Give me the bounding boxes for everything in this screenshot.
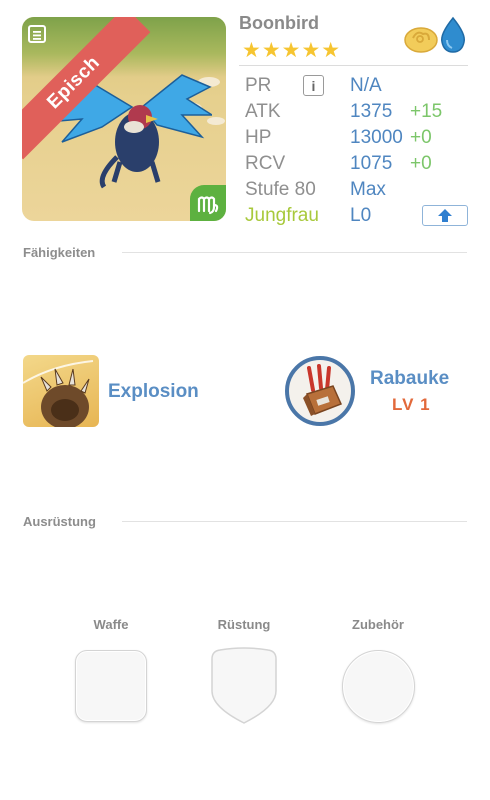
weapon-slot[interactable]: [75, 650, 147, 722]
stat-bonus-rcv: +0: [410, 153, 432, 174]
info-button[interactable]: i: [303, 75, 324, 96]
stat-bonus-atk: +15: [410, 101, 443, 122]
stat-value-level: Max: [350, 179, 386, 200]
stat-value-pr: N/A: [350, 75, 382, 96]
monster-portrait[interactable]: Episch: [22, 17, 226, 221]
zodiac-upgrade-button[interactable]: [422, 205, 468, 226]
zodiac-level: L0: [350, 205, 372, 226]
section-title-skills: Fähigkeiten: [23, 245, 96, 260]
stat-label-pr: PR: [245, 75, 272, 96]
zodiac-badge: [190, 185, 226, 221]
crate-claw-icon: [303, 364, 343, 416]
armor-slot[interactable]: [208, 647, 280, 725]
claw-icon: [23, 360, 94, 427]
accessory-slot[interactable]: [342, 650, 415, 723]
stat-label-level: Stufe 80: [245, 179, 316, 200]
section-divider: [122, 521, 467, 522]
ability-name[interactable]: Rabauke: [370, 368, 449, 390]
skill-icon[interactable]: [23, 355, 99, 427]
section-title-equipment: Ausrüstung: [23, 514, 96, 529]
stat-label-atk: ATK: [245, 101, 281, 122]
stat-bonus-hp: +0: [410, 127, 432, 148]
section-divider: [122, 252, 467, 253]
stat-label-hp: HP: [245, 127, 272, 148]
zodiac-label: Jungfrau: [245, 205, 319, 226]
notepad-icon: [28, 25, 46, 43]
header-divider: [239, 65, 468, 66]
stat-value-hp: 13000: [350, 127, 403, 148]
virgo-icon: [197, 196, 219, 215]
monster-name: Boonbird: [239, 13, 319, 33]
slot-label-armor: Rüstung: [217, 617, 271, 632]
slot-label-weapon: Waffe: [93, 617, 129, 632]
cloud-icon: [404, 27, 438, 53]
water-drop-icon: [440, 16, 466, 53]
ability-icon[interactable]: [285, 356, 355, 426]
slot-label-accessory: Zubehör: [352, 617, 404, 632]
stat-value-rcv: 1075: [350, 153, 393, 174]
ability-level: LV 1: [392, 395, 431, 414]
stat-value-atk: 1375: [350, 101, 393, 122]
arrow-up-icon: [438, 209, 452, 222]
star-rating: ★★★★★: [242, 39, 342, 62]
stat-label-rcv: RCV: [245, 153, 286, 174]
skill-name[interactable]: Explosion: [108, 381, 199, 403]
